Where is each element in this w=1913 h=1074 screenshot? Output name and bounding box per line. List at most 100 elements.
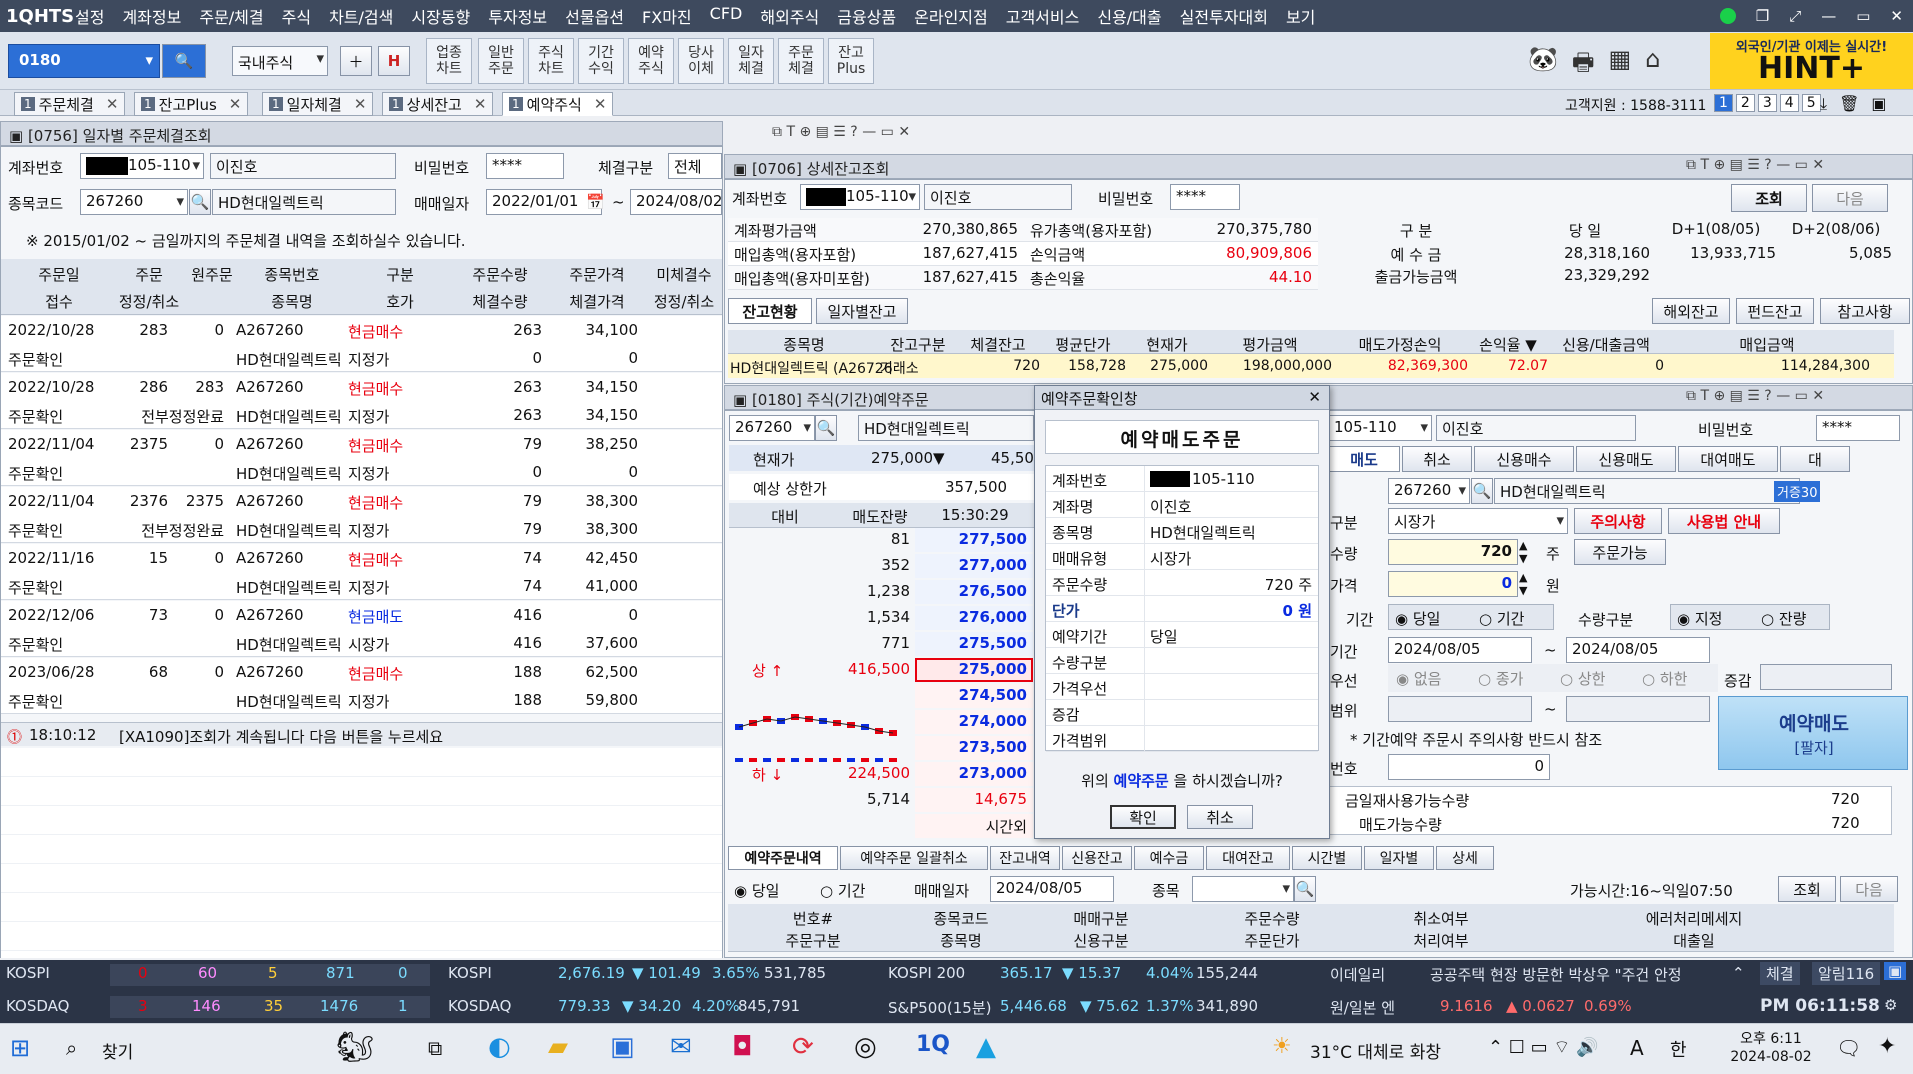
search-button[interactable]: 🔍 [189,189,211,215]
store-icon[interactable]: ▣ [610,1032,635,1062]
trash-icon[interactable]: 🗑 [1839,94,1859,114]
app-icon[interactable]: ◘ [732,1032,753,1062]
account-select[interactable]: 105-110 [1328,415,1432,441]
column-header[interactable]: 종목코드 [886,908,1036,929]
menu-item[interactable]: FX마진 [642,4,692,28]
menu-item[interactable]: 선물옵션 [565,4,624,28]
password-input[interactable]: **** [486,153,564,179]
history-tab-1[interactable]: 예약주문 일괄취소 [840,846,988,870]
column-header[interactable]: 대비 [760,506,810,527]
minimize-icon[interactable]: — [862,124,876,140]
lang-indicator[interactable]: 한 [1670,1036,1687,1062]
toolbar-button[interactable]: 기간 수익 [578,38,624,84]
password-input[interactable]: **** [1170,184,1240,210]
ime-indicator[interactable]: A [1630,1036,1644,1060]
column-header[interactable]: 주문구분 [740,930,886,951]
dialog-titlebar[interactable]: 예약주문확인창 ✕ [1035,386,1329,410]
page-button[interactable]: 5 [1801,94,1821,112]
w756-titlebar[interactable]: ▣ [0756] 일자별 주문체결조회 [0,121,723,146]
book-price[interactable]: 273,000 [915,764,1027,782]
mail-icon[interactable]: ✉ [670,1032,692,1062]
folder-icon[interactable]: ▰ [548,1032,568,1062]
account-select[interactable]: 105-110 [800,184,920,210]
book-price[interactable]: 276,000 [915,608,1027,626]
book-price[interactable]: 273,500 [915,738,1027,756]
book-price[interactable]: 277,500 [915,530,1027,548]
screen-code-input[interactable]: 0180 ▾ [8,44,160,78]
close-icon[interactable]: ✕ [1812,157,1824,173]
column-header[interactable]: 주문단가 [1166,930,1378,951]
close-icon[interactable]: ✕ [1812,388,1824,404]
column-header[interactable]: 주문수량 [450,264,550,285]
taskbar-search[interactable]: 찾기 [102,1038,133,1063]
toolbar-button[interactable]: 예약 주식 [628,38,674,84]
balance-action-button[interactable]: 참고사항 [1820,298,1910,324]
book-price[interactable]: 277,000 [915,556,1027,574]
toolbar-button[interactable]: 일자 체결 [728,38,774,84]
column-header[interactable]: 매도잔량 [840,506,920,527]
price-priority-radio[interactable]: ○ 종가 [1478,668,1523,689]
menu-item[interactable]: 온라인지점 [914,4,988,28]
menu-item[interactable]: 주문/체결 [199,4,263,28]
available-qty-button[interactable]: 주문가능 [1574,539,1666,565]
history-tab-2[interactable]: 잔고내역 [990,846,1060,870]
order-tab-2[interactable]: 신용매수 [1474,446,1574,472]
quantity-stepper[interactable]: ▲ ▼ [1519,539,1527,565]
stock-code-input[interactable]: 267260 [1388,478,1470,504]
mascot-icon[interactable]: 🐼 [1528,45,1558,75]
balance-tab-1[interactable]: 일자별잔고 [816,298,908,324]
menu-item[interactable]: 계좌정보 [122,4,181,28]
column-header[interactable]: 매도가정손익 [1332,334,1468,355]
menu-item[interactable]: 보기 [1286,4,1315,28]
history-date-input[interactable]: 2024/08/05 [990,876,1114,902]
menu-item[interactable]: 설정 [75,4,104,28]
maximize-icon[interactable]: ▭ [1795,157,1808,173]
search-button[interactable]: 🔍 [815,415,837,441]
close-icon[interactable]: ✕ [898,124,910,140]
order-tab-5[interactable]: 대 [1780,446,1850,472]
stock-code-input[interactable]: 267260 [729,415,815,441]
calculator-icon[interactable]: ▦ [1609,45,1632,75]
close-icon[interactable]: ✕ [229,95,242,113]
period-today-radio[interactable]: ◉ 당일 [1395,608,1440,629]
task-view-icon[interactable]: ⧉ [428,1036,442,1060]
printer-icon[interactable]: 🖶 [1572,45,1595,76]
column-header[interactable]: 취소여부 [1378,908,1504,929]
reserve-sell-button[interactable]: 예약매도 [팔자] [1718,696,1908,770]
history-tab-0[interactable]: 예약주문내역 [728,846,838,870]
window-tools-icon[interactable]: ⧉ T ⊕ ▤ ☰ ? [1686,388,1772,404]
column-header[interactable]: 번호# [740,908,886,929]
history-tab-8[interactable]: 상세 [1436,846,1494,870]
column-header[interactable]: 구분 [352,264,448,285]
restore-icon[interactable]: ❐ [1756,7,1769,25]
news-ticker[interactable]: 공공주택 현장 방문한 박상우 "주건 안정 [1430,964,1730,985]
toolbar-button[interactable]: 잔고 Plus [828,38,874,84]
query-button[interactable]: 조회 [1731,184,1807,212]
page-button[interactable]: 1 [1714,94,1733,112]
history-today-radio[interactable]: ◉ 당일 [734,880,779,901]
caution-button[interactable]: 주의사항 [1574,508,1662,534]
order-tab-0[interactable]: 매도 [1328,446,1400,472]
history-tab-6[interactable]: 시간별 [1292,846,1362,870]
window-tools-icon[interactable]: ⧉ T ⊕ ▤ ☰ ? [772,124,858,140]
maximize-icon[interactable]: ▭ [881,124,894,140]
home-icon[interactable]: ⌂ [1645,45,1660,75]
minimize-icon[interactable]: — [1821,7,1836,25]
add-screen-button[interactable]: ＋ [340,46,372,76]
column-header[interactable]: 신용/대출금액 [1548,334,1664,355]
tab-3[interactable]: 1 상세잔고 ✕ [382,92,494,116]
column-header[interactable]: 정정/취소 [118,291,180,312]
column-header[interactable]: 접수 [4,291,114,312]
column-header[interactable]: 매매구분 [1036,908,1166,929]
order-tab-4[interactable]: 대여매도 [1678,446,1778,472]
search-button[interactable]: 🔍 [1294,876,1316,902]
range-to-input[interactable] [1566,696,1710,722]
page-button[interactable]: 4 [1779,94,1799,112]
tab-2[interactable]: 1 일자체결 ✕ [262,92,374,116]
search-button[interactable]: 🔍 [1471,478,1493,504]
column-header[interactable]: 주문수량 [1166,908,1378,929]
book-price[interactable]: 275,000 [915,660,1027,678]
column-header[interactable]: 주문가격 [548,264,646,285]
column-header[interactable]: 15:30:29 [920,506,1030,524]
menu-item[interactable]: 금융상품 [837,4,896,28]
